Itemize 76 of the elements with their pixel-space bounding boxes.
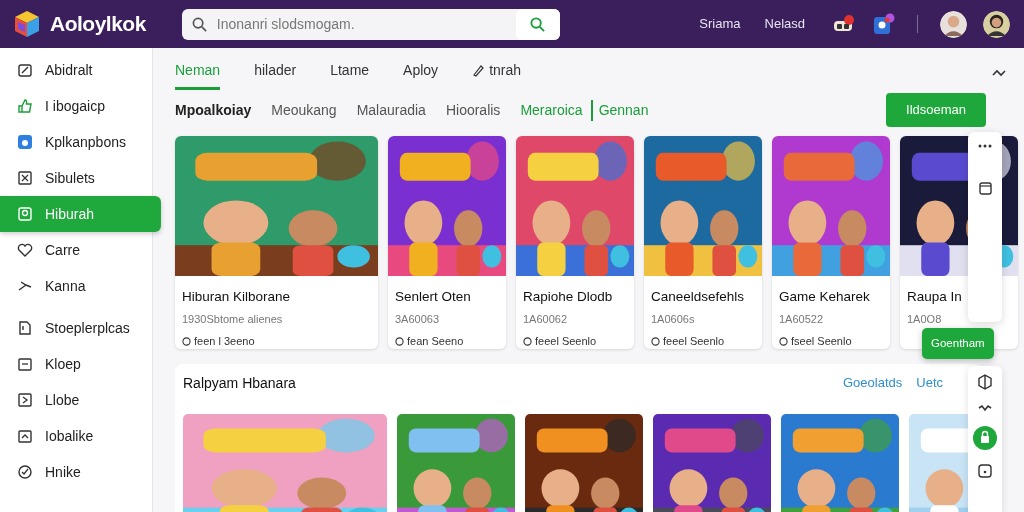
card-info: fseel Seenlo [791, 333, 852, 349]
sidebar-item[interactable]: Kplkanpbons [0, 124, 161, 160]
section-link[interactable]: Uetc [916, 373, 943, 393]
card-info: feeel Seenlo [535, 333, 597, 349]
card-title: Caneeldsefehls [650, 288, 746, 306]
edit-icon [17, 62, 33, 78]
card-meta: 3A60063 [394, 312, 441, 328]
search-icon [191, 16, 207, 32]
card-title: Hiburan Kilborane [181, 288, 292, 306]
sidebar-item[interactable]: Llobe [0, 382, 161, 418]
sidebar-item[interactable]: Abidralt [0, 52, 161, 88]
sidebar-item[interactable]: I ibogaicp [0, 88, 161, 124]
card-info: fean Seeno [407, 333, 464, 349]
app-logo-text: Aoloylkok [50, 11, 146, 38]
clock-icon [395, 336, 404, 346]
cube-logo-icon [14, 10, 40, 38]
search-input[interactable]: Inonanri slodsmogam. [214, 12, 508, 36]
sidebar-item[interactable]: Hnike [0, 454, 161, 490]
card-title: Senlert Oten [394, 288, 472, 306]
card-info: feen l 3eeno [194, 333, 255, 349]
search-button[interactable] [515, 8, 560, 40]
card-meta: 1A60522 [778, 312, 825, 328]
card-info: feeel Seenlo [663, 333, 725, 349]
sidebar-item[interactable]: Iobalike [0, 418, 161, 454]
thumbs-up-icon [17, 98, 33, 114]
pen-icon [472, 64, 486, 77]
gamepad-icon[interactable] [833, 15, 855, 33]
game-card[interactable]: Rapiohe Dlodb 1A60062 feeel Seenlo [516, 136, 634, 349]
more-icon[interactable] [978, 144, 992, 148]
check-circle-icon [17, 464, 33, 480]
clock-icon [182, 336, 191, 346]
lock-icon[interactable] [973, 426, 997, 450]
heart-icon [17, 242, 33, 258]
filter-chip[interactable]: Meoukang [271, 99, 337, 121]
game-card[interactable]: Senlert Oten 3A60063 fean Seeno [388, 136, 506, 349]
sidebar-item[interactable]: Carre [0, 232, 161, 268]
tab[interactable]: hilader [254, 56, 297, 90]
section-link[interactable]: Goeolatds [843, 373, 903, 393]
game-card[interactable]: Hiburan Kilborane 1930Sbtome alienes feen l 3eeno [175, 136, 378, 349]
clock-icon [523, 336, 532, 346]
wave-icon[interactable] [978, 404, 992, 412]
tab[interactable]: tnrah [472, 56, 522, 90]
card-meta: 1A0O8 [906, 312, 943, 328]
card-title: Rapiohe Dlodb [522, 288, 614, 306]
card-meta: 1A0606s [650, 312, 696, 328]
nav-link[interactable]: Nelasd [764, 14, 805, 34]
search-field[interactable]: Inonanri slodsmogam. [181, 8, 560, 40]
clock-icon [779, 336, 788, 346]
sidebar-item[interactable]: Kanna [0, 268, 161, 304]
avatar[interactable] [940, 10, 967, 38]
alert-icon[interactable] [978, 464, 992, 478]
clock-icon [651, 336, 660, 346]
nav-link[interactable]: Sriama [699, 14, 741, 34]
filter-chip[interactable]: Hiooralis [445, 99, 501, 121]
search-icon [530, 16, 546, 32]
card-title: Game Keharek [778, 288, 871, 306]
document-icon [17, 320, 33, 336]
chat-icon[interactable] [873, 13, 895, 35]
sidebar-item[interactable]: Stoeplerplcas [0, 310, 161, 346]
section-title: Ralpyam Hbanara [183, 373, 296, 393]
app-icon [17, 134, 33, 150]
cube-icon[interactable] [977, 374, 993, 390]
avatar[interactable] [983, 10, 1010, 38]
card-title: Raupa In [906, 288, 963, 306]
sidebar-item[interactable]: Sibulets [0, 160, 161, 196]
sidebar-item[interactable]: Kloep [0, 346, 161, 382]
tab[interactable]: Aploy [403, 56, 439, 90]
tab[interactable]: Ltame [330, 56, 370, 90]
card-meta: 1A60062 [522, 312, 569, 328]
square-icon[interactable] [978, 182, 992, 195]
filter-chip[interactable]: Mpoalkoiay [175, 99, 252, 121]
filter-chip[interactable]: Malauradia [356, 99, 426, 121]
game-card[interactable]: Game Keharek 1A60522 fseel Seenlo [772, 136, 890, 349]
play-icon [17, 392, 33, 408]
card-meta: 1930Sbtome alienes [181, 312, 284, 328]
game-card[interactable]: Caneeldsefehls 1A0606s feeel Seenlo [644, 136, 762, 349]
